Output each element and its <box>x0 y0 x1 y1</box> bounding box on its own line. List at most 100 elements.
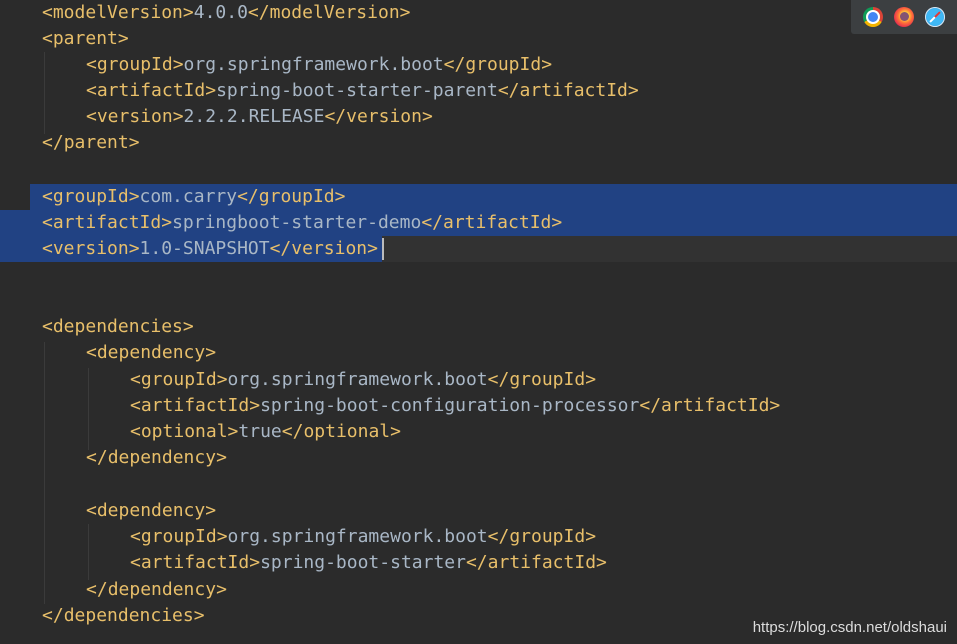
tag-value: com.carry <box>139 186 238 207</box>
code-line: <modelVersion>4.0.0</modelVersion> <box>0 0 957 26</box>
tag-bracket: > <box>399 2 411 23</box>
tag-bracket: > <box>421 106 433 127</box>
tag-bracket: < <box>42 28 53 49</box>
tag-value: spring-boot-starter <box>260 552 466 573</box>
code-line: <groupId>org.springframework.boot</group… <box>0 52 957 78</box>
tag-bracket: > <box>172 106 184 127</box>
tag-value: org.springframework.boot <box>227 526 488 547</box>
tag-name: dependencies <box>63 605 194 626</box>
firefox-icon[interactable] <box>893 7 914 27</box>
code-line: <parent> <box>0 26 957 52</box>
tag-bracket: > <box>627 80 639 101</box>
tag-name: artifactId <box>52 212 162 233</box>
tag-name: artifactId <box>519 80 628 101</box>
tag-bracket: > <box>249 552 261 573</box>
tag-bracket: > <box>585 526 597 547</box>
tag-name: optional <box>303 421 391 442</box>
tag-bracket: > <box>205 342 217 363</box>
code-editor[interactable]: <modelVersion>4.0.0</modelVersion> <pare… <box>0 0 957 644</box>
tag-bracket: </ <box>487 369 510 390</box>
chrome-icon[interactable] <box>862 7 883 27</box>
tag-bracket: </ <box>443 54 466 75</box>
tag-bracket: > <box>128 186 140 207</box>
tag-value: 1.0-SNAPSHOT <box>139 238 270 259</box>
tag-name: artifactId <box>96 80 206 101</box>
tag-bracket: </ <box>421 212 443 233</box>
tag-bracket: < <box>86 500 97 521</box>
tag-bracket: < <box>130 421 141 442</box>
tag-name: groupId <box>52 186 129 207</box>
tag-bracket: > <box>193 605 205 626</box>
tag-bracket: </ <box>639 395 662 416</box>
code-line: <version>2.2.2.RELEASE</version> <box>0 104 957 130</box>
tag-bracket: > <box>551 212 563 233</box>
tag-name: version <box>52 238 129 259</box>
tag-bracket: </ <box>465 552 488 573</box>
tag-bracket: </ <box>86 579 108 600</box>
tag-name: dependency <box>107 579 217 600</box>
tag-value: spring-boot-starter-parent <box>216 80 498 101</box>
code-line: </dependency> <box>0 577 957 603</box>
tag-bracket: </ <box>487 526 510 547</box>
tag-bracket: </ <box>237 186 259 207</box>
tag-bracket: > <box>585 369 597 390</box>
tag-bracket: </ <box>86 447 108 468</box>
tag-bracket: </ <box>42 132 64 153</box>
tag-bracket: < <box>42 186 53 207</box>
tag-name: version <box>291 238 368 259</box>
tag-name: parent <box>63 132 129 153</box>
tag-name: dependency <box>107 447 217 468</box>
tag-name: dependency <box>96 342 206 363</box>
tag-bracket: < <box>42 316 53 337</box>
code-line: <optional>true</optional> <box>0 419 957 445</box>
tag-bracket: > <box>334 186 346 207</box>
tag-bracket: < <box>86 342 97 363</box>
tag-name: groupId <box>140 369 217 390</box>
safari-icon[interactable] <box>925 7 946 27</box>
tag-name: artifactId <box>487 552 597 573</box>
code-line: <artifactId>springboot-starter-demo</art… <box>0 210 957 236</box>
tag-bracket: > <box>216 447 227 468</box>
tag-value: 4.0.0 <box>193 2 248 23</box>
tag-bracket: > <box>172 54 184 75</box>
tag-bracket: > <box>117 28 129 49</box>
tag-bracket: </ <box>42 605 64 626</box>
tag-bracket: < <box>130 552 141 573</box>
tag-name: artifactId <box>140 552 250 573</box>
tag-value: 2.2.2.RELEASE <box>183 106 325 127</box>
tag-name: groupId <box>465 54 542 75</box>
browser-preview-bar <box>851 0 957 34</box>
tag-name: groupId <box>509 369 586 390</box>
tag-bracket: > <box>390 421 401 442</box>
tag-name: parent <box>52 28 118 49</box>
tag-name: artifactId <box>443 212 552 233</box>
tag-name: groupId <box>140 526 217 547</box>
tag-bracket: > <box>182 2 194 23</box>
code-line: <groupId>com.carry</groupId> <box>0 184 957 210</box>
tag-name: artifactId <box>140 395 250 416</box>
tag-bracket: </ <box>269 238 292 259</box>
tag-bracket: < <box>86 54 97 75</box>
tag-name: groupId <box>509 526 586 547</box>
tag-bracket: > <box>205 80 217 101</box>
code-line: </parent> <box>0 130 957 156</box>
tag-bracket: > <box>216 579 227 600</box>
tag-bracket: < <box>86 80 97 101</box>
tag-bracket: < <box>42 238 53 259</box>
watermark: https://blog.csdn.net/oldshaui <box>752 619 947 636</box>
code-line: <groupId>org.springframework.boot</group… <box>0 367 957 393</box>
tag-bracket: </ <box>247 2 270 23</box>
code-line: <artifactId>spring-boot-starter-parent</… <box>0 78 957 104</box>
tag-bracket: > <box>161 212 173 233</box>
tag-value: org.springframework.boot <box>183 54 444 75</box>
tag-bracket: > <box>367 238 378 259</box>
tag-bracket: < <box>130 395 141 416</box>
tag-name: groupId <box>96 54 173 75</box>
tag-value: org.springframework.boot <box>227 369 488 390</box>
tag-bracket: > <box>769 395 781 416</box>
tag-bracket: > <box>128 238 140 259</box>
tag-bracket: > <box>541 54 553 75</box>
tag-name: dependency <box>96 500 206 521</box>
tag-bracket: < <box>42 2 53 23</box>
tag-value: springboot-starter-demo <box>172 212 422 233</box>
